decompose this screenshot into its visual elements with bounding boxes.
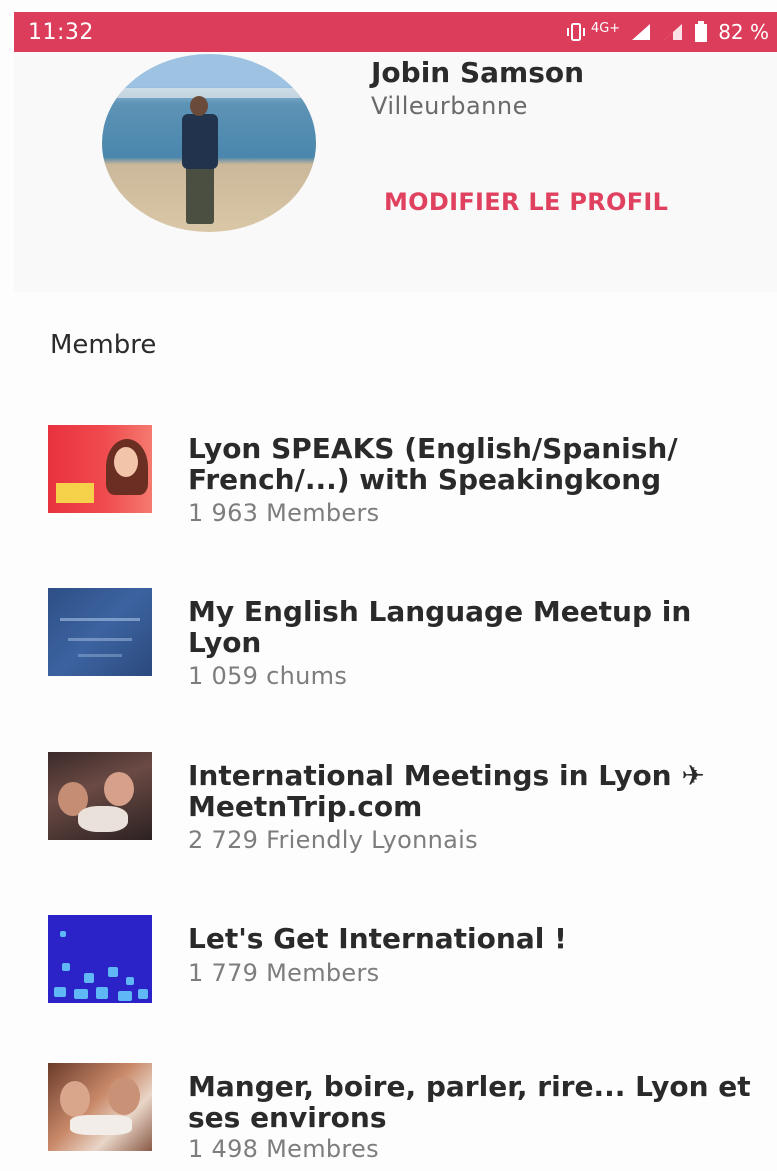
thumbnail-dot bbox=[60, 931, 66, 937]
group-thumbnail bbox=[48, 752, 152, 840]
group-item[interactable]: International Meetings in Lyon ✈ MeetnTr… bbox=[48, 752, 768, 854]
thumbnail-dot bbox=[108, 967, 118, 977]
status-icons: 4G+ 82 % bbox=[565, 20, 769, 44]
group-member-count: 2 729 Friendly Lyonnais bbox=[188, 826, 478, 854]
thumbnail-sign bbox=[56, 483, 94, 503]
group-item[interactable]: Let's Get International ! 1 779 Members bbox=[48, 915, 768, 1005]
thumbnail-face bbox=[60, 1081, 90, 1117]
group-name: Let's Get International ! bbox=[188, 922, 567, 955]
profile-city: Villeurbanne bbox=[371, 92, 528, 120]
thumbnail-dot bbox=[84, 973, 94, 983]
group-name: Manger, boire, parler, rire... Lyon et s… bbox=[188, 1070, 751, 1134]
thumbnail-text-line bbox=[68, 638, 132, 641]
profile-name: Jobin Samson bbox=[371, 56, 585, 89]
group-member-count: 1 779 Members bbox=[188, 959, 380, 987]
signal-icon bbox=[630, 22, 652, 42]
profile-header: Jobin Samson Villeurbanne MODIFIER LE PR… bbox=[14, 52, 777, 292]
thumbnail-face bbox=[108, 1077, 140, 1115]
avatar-person-body bbox=[182, 114, 218, 169]
thumbnail-face bbox=[114, 447, 138, 477]
avatar-person-head bbox=[190, 96, 208, 116]
edit-profile-button[interactable]: MODIFIER LE PROFIL bbox=[384, 188, 668, 216]
avatar-person-legs bbox=[186, 166, 214, 224]
group-thumbnail bbox=[48, 915, 152, 1003]
thumbnail-text-line bbox=[60, 618, 140, 621]
thumbnail-face bbox=[104, 772, 134, 806]
group-thumbnail bbox=[48, 588, 152, 676]
profile-avatar[interactable] bbox=[102, 54, 316, 232]
thumbnail-text-line bbox=[78, 654, 122, 657]
group-item[interactable]: Manger, boire, parler, rire... Lyon et s… bbox=[48, 1063, 768, 1163]
group-member-count: 1 963 Members bbox=[188, 499, 380, 527]
thumbnail-dot bbox=[62, 963, 70, 971]
signal-2-icon bbox=[662, 22, 684, 42]
thumbnail-dot bbox=[74, 989, 88, 999]
group-member-count: 1 498 Membres bbox=[188, 1135, 379, 1163]
thumbnail-dot bbox=[138, 989, 148, 999]
group-thumbnail bbox=[48, 425, 152, 513]
group-item[interactable]: My English Language Meetup in Lyon 1 059… bbox=[48, 588, 768, 690]
battery-level: 82 % bbox=[718, 20, 769, 44]
app-screen: 11:32 4G+ 82 % Jobin Samson Villeurbanne… bbox=[0, 0, 777, 1171]
group-name: Lyon SPEAKS (English/Spanish/ French/...… bbox=[188, 432, 678, 496]
group-thumbnail bbox=[48, 1063, 152, 1151]
vibrate-icon bbox=[565, 22, 587, 42]
avatar-shoreline bbox=[102, 88, 316, 98]
thumbnail-dot bbox=[118, 991, 132, 1001]
thumbnail-dot bbox=[126, 977, 134, 985]
thumbnail-figure bbox=[78, 806, 128, 832]
thumbnail-dot bbox=[96, 987, 108, 999]
group-member-count: 1 059 chums bbox=[188, 662, 348, 690]
section-title-member: Membre bbox=[50, 330, 157, 360]
group-item[interactable]: Lyon SPEAKS (English/Spanish/ French/...… bbox=[48, 425, 768, 527]
thumbnail-figure bbox=[70, 1115, 132, 1135]
thumbnail-dot bbox=[54, 987, 66, 997]
status-bar: 11:32 4G+ 82 % bbox=[14, 12, 777, 52]
group-name: My English Language Meetup in Lyon bbox=[188, 595, 692, 659]
status-time: 11:32 bbox=[28, 19, 94, 45]
battery-icon bbox=[694, 21, 708, 43]
network-type: 4G+ bbox=[590, 20, 621, 36]
group-name: International Meetings in Lyon ✈ MeetnTr… bbox=[188, 759, 705, 823]
